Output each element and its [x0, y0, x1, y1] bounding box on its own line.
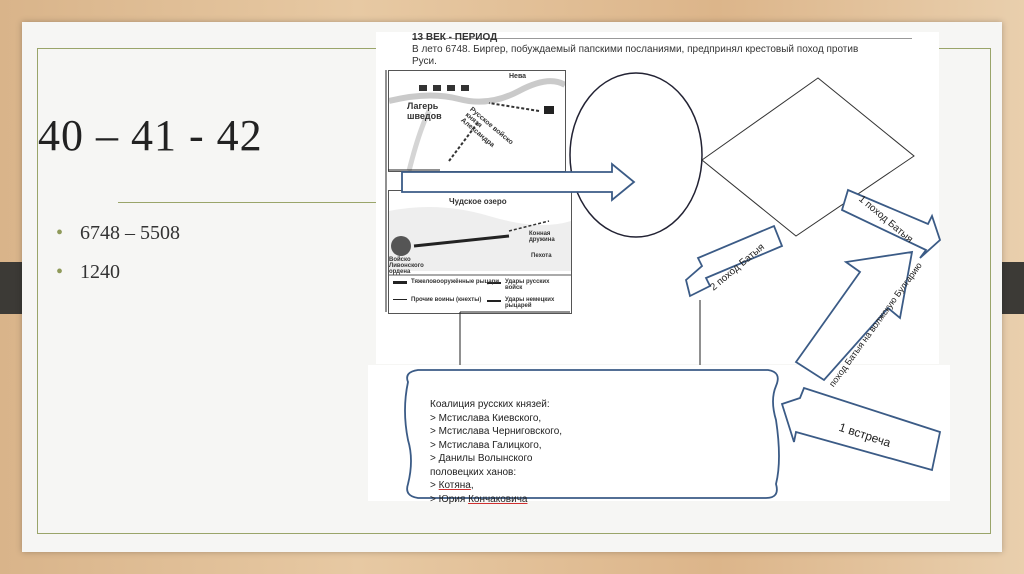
khan-prefix: >	[430, 480, 439, 491]
right-arrow	[401, 162, 636, 202]
coalition-text: Коалиция русских князей: > Мстислава Кие…	[430, 398, 770, 506]
coalition-item: > Мстислава Галицкого,	[430, 439, 542, 451]
khan-suffix: ,	[470, 480, 474, 491]
coalition-item: > Данилы Волынского	[430, 453, 533, 464]
khan-name: Кончаковича	[468, 493, 528, 505]
khan-item: > Котяна,	[430, 479, 770, 493]
coalition-item: > Мстислава Черниговского,	[430, 426, 563, 437]
empty-ellipse	[569, 72, 703, 238]
coalition-item: > Мстислава Киевского,	[430, 412, 542, 424]
coalition-heading: Коалиция русских князей:	[430, 399, 550, 410]
batu2-arrow	[684, 224, 784, 298]
khan-name: Котяна	[438, 480, 471, 491]
khan-prefix: > Юрия	[430, 493, 469, 505]
khans-heading: половецких ханов:	[430, 466, 517, 478]
khan-item: > Юрия Кончаковича	[430, 493, 770, 507]
